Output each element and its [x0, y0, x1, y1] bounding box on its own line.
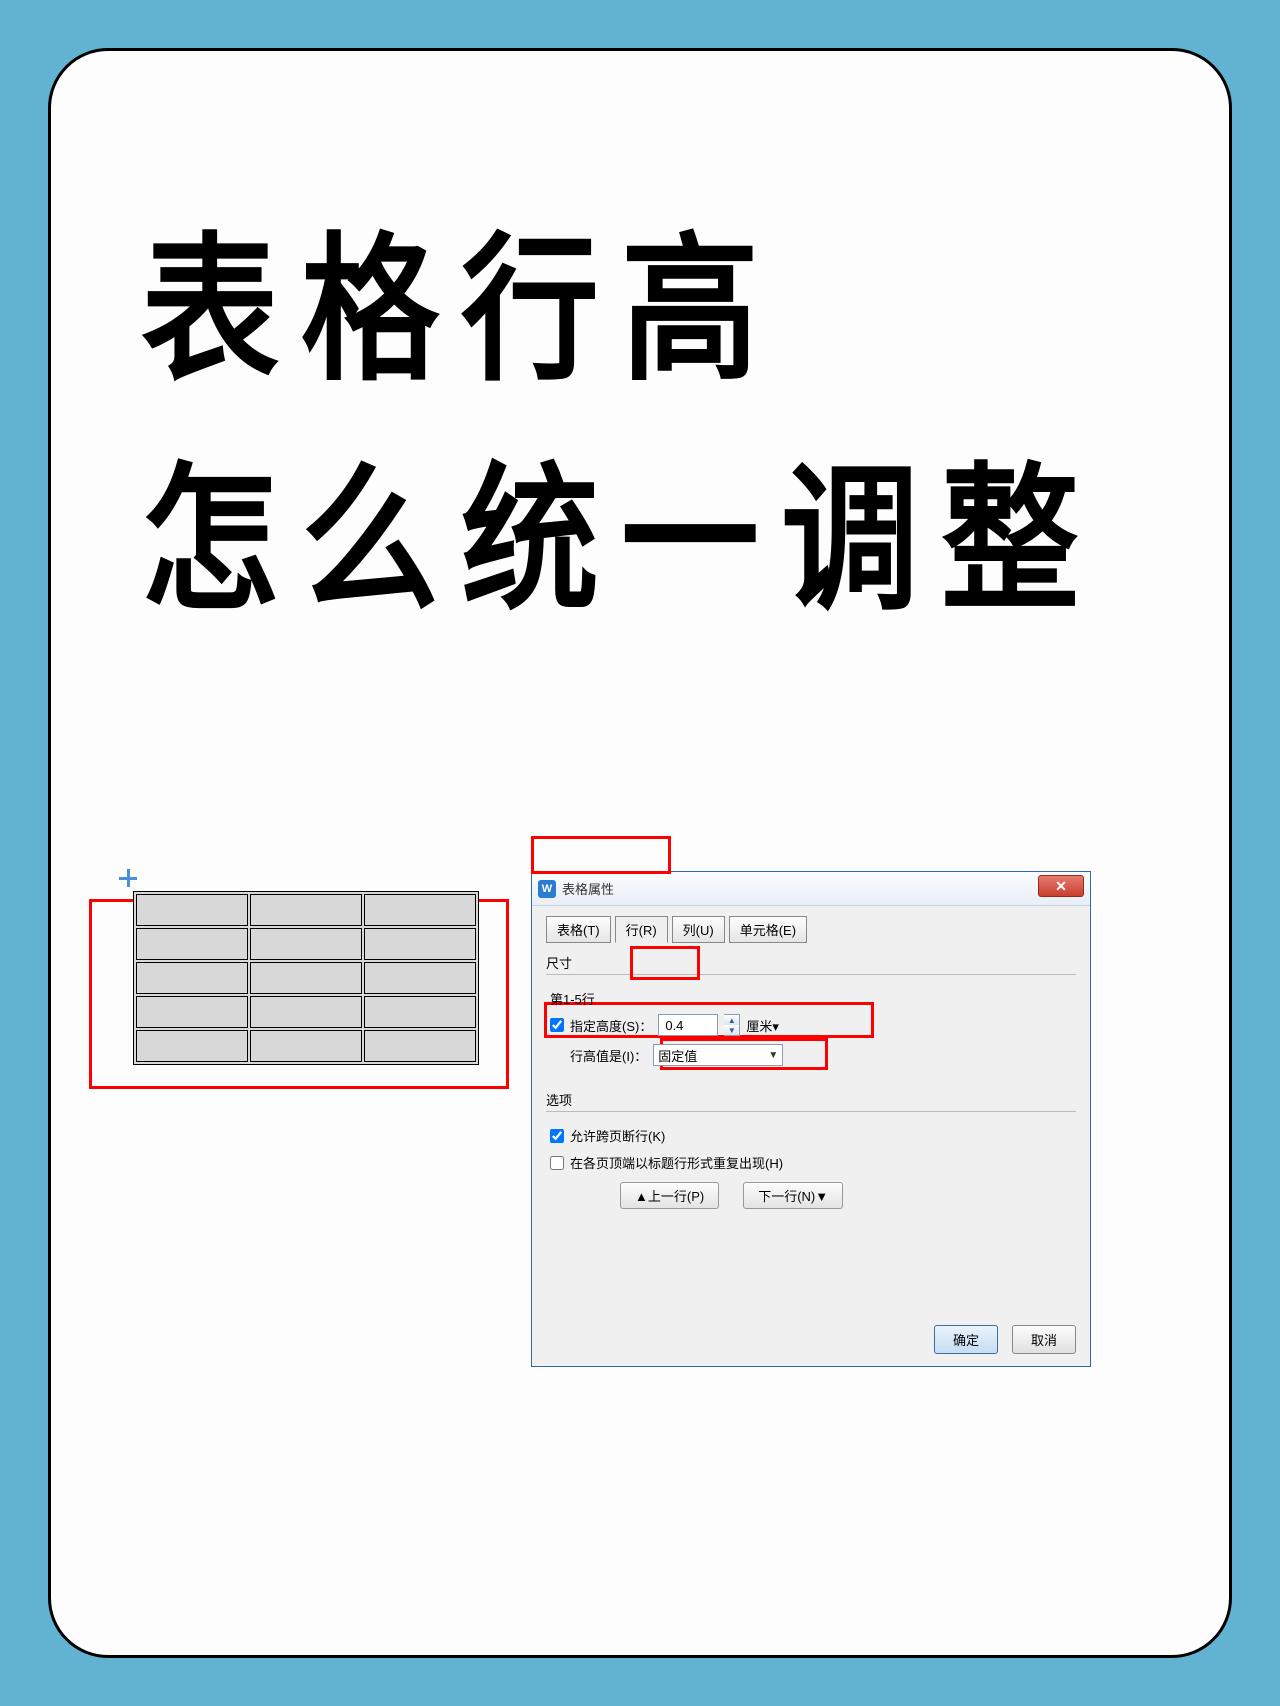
- tab-table[interactable]: 表格(T): [546, 916, 611, 943]
- close-button[interactable]: ✕: [1038, 875, 1084, 897]
- rows-range-label: 第1-5行: [550, 989, 1072, 1008]
- heading-line-2: 怎么统一调整: [141, 411, 1101, 641]
- dialog-title-highlight: [531, 836, 671, 874]
- options-section-label: 选项: [546, 1090, 1076, 1109]
- dialog-titlebar[interactable]: W 表格属性 ✕: [532, 872, 1090, 906]
- height-value-input[interactable]: [658, 1014, 718, 1036]
- spinner-up-icon[interactable]: ▲: [724, 1015, 739, 1025]
- ok-button[interactable]: 确定: [934, 1325, 998, 1354]
- tab-column[interactable]: 列(U): [672, 916, 725, 943]
- row-height-type-select[interactable]: 固定值 ▼: [653, 1044, 783, 1066]
- tab-row[interactable]: 行(R): [615, 916, 668, 943]
- size-group: 第1-5行 指定高度(S)： ▲ ▼ 厘米▾ 行高值是(I)： 固定值: [546, 983, 1076, 1080]
- dialog-footer: 确定 取消: [934, 1325, 1076, 1354]
- dialog-body: 表格(T) 行(R) 列(U) 单元格(E) 尺寸 第1-5行 指定高度(S)：…: [532, 906, 1090, 1366]
- row-tab-highlight: [630, 946, 700, 980]
- row-height-is-label: 行高值是(I)：: [570, 1046, 647, 1065]
- allow-break-checkbox[interactable]: [550, 1129, 564, 1143]
- cancel-button[interactable]: 取消: [1012, 1325, 1076, 1354]
- table-row[interactable]: [136, 928, 476, 960]
- next-row-button[interactable]: 下一行(N)▼: [743, 1182, 843, 1209]
- repeat-header-label: 在各页顶端以标题行形式重复出现(H): [570, 1153, 783, 1172]
- repeat-header-checkbox[interactable]: [550, 1156, 564, 1170]
- table-row[interactable]: [136, 1030, 476, 1062]
- wps-icon: W: [538, 880, 556, 898]
- table-move-handle-icon[interactable]: [119, 869, 139, 889]
- table-row[interactable]: [136, 962, 476, 994]
- dialog-tabs: 表格(T) 行(R) 列(U) 单元格(E): [546, 916, 1076, 943]
- row-height-type-value: 固定值: [658, 1046, 697, 1065]
- allow-break-label: 允许跨页断行(K): [570, 1126, 665, 1145]
- specify-height-checkbox[interactable]: [550, 1018, 564, 1032]
- table-row[interactable]: [136, 894, 476, 926]
- table-row[interactable]: [136, 996, 476, 1028]
- prev-row-button[interactable]: ▲上一行(P): [620, 1182, 719, 1209]
- height-spinner[interactable]: ▲ ▼: [724, 1014, 740, 1036]
- content-card: 表格行高 怎么统一调整 W 表格属性 ✕ 表格(T): [48, 48, 1232, 1658]
- heading-line-1: 表格行高: [141, 181, 781, 411]
- sample-table[interactable]: [133, 891, 479, 1065]
- unit-dropdown[interactable]: 厘米▾: [746, 1016, 779, 1035]
- divider: [546, 974, 1076, 975]
- chevron-down-icon: ▼: [768, 1050, 778, 1061]
- close-icon: ✕: [1055, 878, 1067, 895]
- specify-height-label: 指定高度(S)：: [570, 1016, 652, 1035]
- divider: [546, 1111, 1076, 1112]
- options-group: 允许跨页断行(K) 在各页顶端以标题行形式重复出现(H) ▲上一行(P) 下一行…: [546, 1120, 1076, 1215]
- spinner-down-icon[interactable]: ▼: [724, 1025, 739, 1035]
- size-section-label: 尺寸: [546, 953, 1076, 972]
- tab-cell[interactable]: 单元格(E): [729, 916, 807, 943]
- table-properties-dialog: W 表格属性 ✕ 表格(T) 行(R) 列(U) 单元格(E) 尺寸 第1-5行: [531, 871, 1091, 1367]
- dialog-title: 表格属性: [562, 879, 614, 898]
